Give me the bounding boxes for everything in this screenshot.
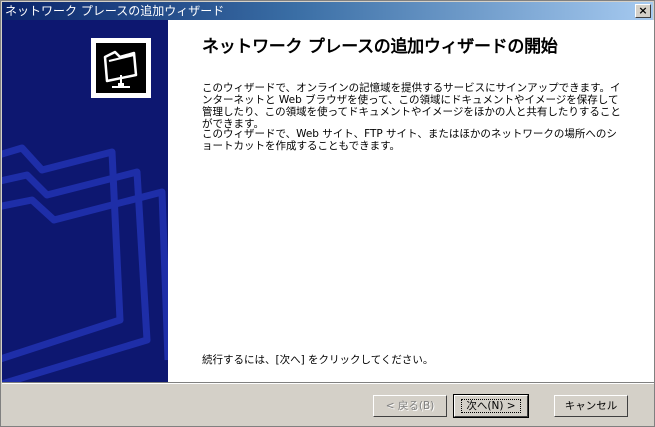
wizard-window: ネットワーク プレースの追加ウィザード × ネットワーク プレースの追加ウィザー… [0, 0, 655, 427]
close-button[interactable]: × [635, 4, 651, 18]
wizard-banner [2, 20, 168, 382]
description-paragraph: このウィザードで、オンラインの記憶域を提供するサービスにサインアップできます。イ… [202, 82, 621, 130]
next-button-label: 次へ(N) > [461, 399, 521, 413]
back-button[interactable]: < 戻る(B) [373, 395, 447, 417]
page-title: ネットワーク プレースの追加ウィザードの開始 [202, 37, 558, 57]
cancel-button[interactable]: キャンセル [554, 395, 628, 417]
title-bar[interactable]: ネットワーク プレースの追加ウィザード × [2, 2, 653, 20]
window-title: ネットワーク プレースの追加ウィザード [5, 4, 225, 18]
network-folder-icon [103, 50, 138, 88]
wizard-logo [91, 38, 151, 98]
wizard-content: ネットワーク プレースの追加ウィザードの開始 このウィザードで、オンラインの記憶… [168, 20, 654, 382]
button-separator [2, 382, 654, 384]
next-button[interactable]: 次へ(N) > [453, 394, 529, 418]
shortcut-paragraph: このウィザードで、Web サイト、FTP サイト、またはほかのネットワークの場所… [202, 128, 617, 152]
continue-instruction: 続行するには、[次へ] をクリックしてください。 [202, 354, 434, 366]
